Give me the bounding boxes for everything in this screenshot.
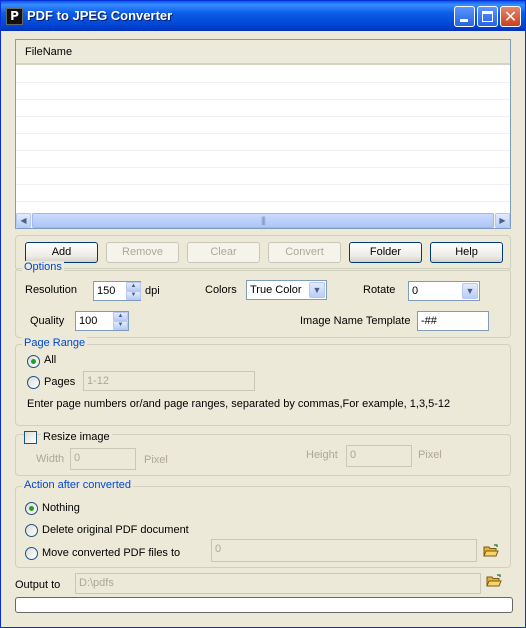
minimize-button[interactable] bbox=[454, 6, 475, 27]
move-path-input[interactable]: 0 bbox=[211, 539, 477, 562]
resolution-unit: dpi bbox=[145, 285, 160, 297]
clear-button[interactable]: Clear bbox=[187, 242, 260, 263]
list-gridline bbox=[16, 184, 510, 185]
width-input[interactable]: 0 bbox=[70, 448, 136, 470]
scroll-left-icon[interactable]: ◀ bbox=[16, 213, 31, 228]
window-title: PDF to JPEG Converter bbox=[27, 8, 173, 23]
height-label: Height bbox=[306, 449, 338, 461]
list-gridline bbox=[16, 82, 510, 83]
spin-down-icon[interactable]: ▼ bbox=[126, 291, 141, 300]
action-group: Action after converted Nothing Delete or… bbox=[15, 479, 511, 568]
all-pages-label[interactable]: All bbox=[44, 354, 56, 366]
resize-image-label[interactable]: Resize image bbox=[41, 431, 112, 443]
list-gridline bbox=[16, 150, 510, 151]
open-folder-icon[interactable] bbox=[486, 574, 502, 588]
close-button[interactable]: ✕ bbox=[500, 6, 521, 27]
close-icon: ✕ bbox=[503, 7, 518, 26]
list-gridline bbox=[16, 167, 510, 168]
list-gridline bbox=[16, 133, 510, 134]
height-unit: Pixel bbox=[418, 449, 442, 461]
list-gridline bbox=[16, 99, 510, 100]
title-bar[interactable]: P PDF to JPEG Converter ✕ bbox=[1, 1, 525, 31]
page-range-title: Page Range bbox=[22, 337, 88, 349]
list-gridline bbox=[16, 116, 510, 117]
scroll-right-icon[interactable]: ▶ bbox=[495, 213, 510, 228]
add-button[interactable]: Add bbox=[25, 242, 98, 263]
open-folder-icon[interactable] bbox=[483, 544, 499, 558]
file-list[interactable]: FileName ◀ ||| ▶ bbox=[15, 39, 511, 229]
main-window: P PDF to JPEG Converter ✕ FileName ◀ |||… bbox=[0, 0, 526, 628]
conversion-progress-bar bbox=[15, 597, 513, 613]
resize-group: Resize image Width 0 Pixel Height 0 Pixe… bbox=[15, 431, 511, 476]
height-input[interactable]: 0 bbox=[346, 445, 412, 467]
app-icon[interactable]: P bbox=[6, 8, 23, 25]
spin-down-icon[interactable]: ▼ bbox=[113, 321, 128, 330]
nothing-label[interactable]: Nothing bbox=[42, 502, 80, 514]
page-range-hint: Enter page numbers or/and page ranges, s… bbox=[27, 398, 451, 410]
resolution-spinner[interactable]: ▲ ▼ bbox=[126, 282, 141, 300]
rotate-label: Rotate bbox=[363, 284, 396, 296]
maximize-button[interactable] bbox=[477, 6, 498, 27]
all-pages-radio[interactable] bbox=[27, 355, 40, 368]
quality-spinner[interactable]: ▲ ▼ bbox=[113, 312, 128, 330]
filename-column-header[interactable]: FileName bbox=[16, 40, 510, 65]
filename-column-label: FileName bbox=[25, 46, 73, 58]
folder-button[interactable]: Folder bbox=[349, 242, 422, 263]
width-unit: Pixel bbox=[144, 454, 168, 466]
move-pdf-radio[interactable] bbox=[25, 547, 38, 560]
button-bar: Add Remove Clear Convert Folder Help bbox=[15, 235, 511, 271]
nothing-radio[interactable] bbox=[25, 502, 38, 515]
pages-label[interactable]: Pages bbox=[44, 376, 75, 388]
horizontal-scrollbar[interactable]: ◀ ||| ▶ bbox=[16, 213, 510, 228]
spin-up-icon[interactable]: ▲ bbox=[113, 312, 128, 321]
colors-select[interactable]: True Color ▼ bbox=[246, 280, 327, 300]
template-label: Image Name Template bbox=[300, 315, 411, 327]
minimize-icon bbox=[460, 19, 468, 22]
colors-label: Colors bbox=[205, 284, 237, 296]
options-title: Options bbox=[22, 261, 64, 273]
chevron-down-icon[interactable]: ▼ bbox=[309, 282, 325, 298]
list-gridline bbox=[16, 201, 510, 202]
delete-pdf-radio[interactable] bbox=[25, 524, 38, 537]
delete-pdf-label[interactable]: Delete original PDF document bbox=[42, 524, 189, 536]
colors-value: True Color bbox=[250, 284, 302, 296]
remove-button[interactable]: Remove bbox=[106, 242, 179, 263]
action-title: Action after converted bbox=[22, 479, 134, 491]
pages-input[interactable]: 1-12 bbox=[83, 371, 255, 391]
rotate-select[interactable]: 0 ▼ bbox=[408, 281, 480, 301]
spin-up-icon[interactable]: ▲ bbox=[126, 282, 141, 291]
resize-image-checkbox[interactable] bbox=[24, 431, 37, 444]
page-range-group: Page Range All Pages 1-12 Enter page num… bbox=[15, 337, 511, 426]
options-group: Options Resolution 150 ▲ ▼ dpi Colors Tru… bbox=[15, 261, 511, 338]
resolution-label: Resolution bbox=[25, 284, 77, 296]
quality-label: Quality bbox=[30, 315, 65, 327]
pages-radio[interactable] bbox=[27, 376, 40, 389]
template-input[interactable]: -## bbox=[417, 311, 489, 331]
chevron-down-icon[interactable]: ▼ bbox=[462, 283, 478, 299]
maximize-icon bbox=[482, 11, 493, 22]
rotate-value: 0 bbox=[412, 285, 419, 297]
help-button[interactable]: Help bbox=[430, 242, 503, 263]
scroll-thumb[interactable]: ||| bbox=[32, 213, 494, 228]
output-path-input[interactable]: D:\pdfs bbox=[75, 573, 481, 594]
output-to-label: Output to bbox=[15, 579, 61, 591]
convert-button[interactable]: Convert bbox=[268, 242, 341, 263]
move-pdf-label[interactable]: Move converted PDF files to bbox=[42, 547, 180, 559]
width-label: Width bbox=[36, 453, 65, 465]
